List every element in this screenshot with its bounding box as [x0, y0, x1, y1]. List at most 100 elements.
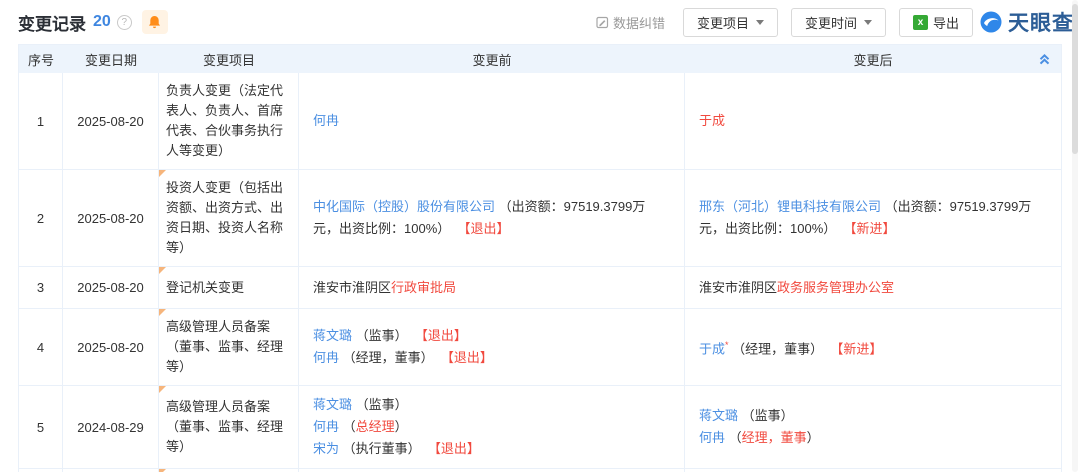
table-body: 1 2025-08-20 负责人变更（法定代表人、负责人、首席代表、合伙事务执行人等… [19, 73, 1061, 472]
cell-line: 于成 [699, 110, 1047, 132]
entity-link[interactable]: 于成 [699, 341, 725, 356]
entity-link[interactable]: 中化国际（控股）股份有限公司 [313, 199, 495, 214]
diff-text: 【新进】 [830, 341, 883, 357]
diff-text: 【新进】 [843, 221, 896, 236]
diff-text: 总经理 [355, 419, 395, 434]
entity-link[interactable]: 何冉 [699, 430, 725, 445]
change-date: 2025-08-20 [63, 170, 159, 266]
change-item: 高级管理人员备案（董事、监事、经理等） [159, 309, 299, 385]
diff-text: 【退出】 [427, 441, 480, 456]
change-item-label: 高级管理人员备案（董事、监事、经理等） [166, 319, 284, 374]
entity-link[interactable]: 何冉 [313, 113, 339, 128]
table-row: 4 2025-08-20 高级管理人员备案（董事、监事、经理等） 蒋文璐 （监事） 【… [19, 308, 1061, 385]
diff-text: 经理，董事 [741, 430, 807, 445]
filter-change-item-label: 变更项目 [696, 15, 749, 31]
col-header-item: 变更项目 [202, 52, 255, 68]
cell-line: 淮安市淮阴区行政审批局 [313, 277, 670, 299]
plain-text: （监事） [352, 328, 415, 343]
table-row: 5 2024-08-29 高级管理人员备案（董事、监事、经理等） 蒋文璐 （监事） 何冉… [19, 385, 1061, 468]
diff-text: 政务服务管理办公室 [777, 279, 895, 295]
change-date: 2025-08-20 [63, 309, 159, 385]
plain-text: 淮安市淮阴区 [313, 279, 392, 295]
after-cell: 邢东（河北）锂电科技有限公司 （出资额：97519.3799万元，出资比例：10… [685, 170, 1061, 266]
change-records-panel: 变更记录 20 ? 数据纠错 变更项目 变更时间 x 导出 天眼查 序号 变更日… [0, 0, 1080, 472]
cell-line: 中化国际（控股）股份有限公司 （出资额：97519.3799万元，出资比例：10… [313, 196, 670, 240]
table-row: 62024-01-18高级管理人员备案（董事、监事、经理等）蒋文璐 （监事）何冉… [19, 468, 1061, 472]
cell-line: 何冉 （经理，董事） [699, 427, 1047, 449]
change-date: 2025-08-20 [63, 73, 159, 169]
annotation-corner-icon [159, 267, 166, 274]
plain-text: ） [394, 419, 408, 434]
data-correction-button[interactable]: 数据纠错 [596, 13, 665, 32]
table-header-row: 序号 变更日期 变更项目 变更前 变更后 [19, 45, 1061, 73]
entity-link[interactable]: 何冉 [313, 419, 339, 434]
entity-link[interactable]: 蒋文璐 [313, 328, 352, 343]
before-cell: 淮安市淮阴区行政审批局 [299, 267, 685, 308]
diff-text: 【退出】 [440, 350, 493, 365]
cell-line: 何冉 [313, 110, 670, 132]
change-records-table: 序号 变更日期 变更项目 变更前 变更后 1 2025-08-20 负责人变更（法定… [18, 44, 1062, 472]
help-icon[interactable]: ? [116, 14, 132, 30]
chevron-down-icon [863, 19, 872, 25]
diff-text: 于成 [699, 113, 726, 128]
diff-text: 【退出】 [414, 328, 467, 343]
change-item-label: 投资人变更（包括出资额、出资方式、出资日期、投资人名称等） [166, 180, 284, 255]
plain-text: 淮安市淮阴区 [699, 279, 778, 295]
table-row: 2 2025-08-20 投资人变更（包括出资额、出资方式、出资日期、投资人名称等）… [19, 169, 1061, 266]
change-item: 登记机关变更 [159, 267, 299, 308]
filter-change-time-label: 变更时间 [804, 15, 857, 31]
change-item: 投资人变更（包括出资额、出资方式、出资日期、投资人名称等） [159, 170, 299, 266]
tianyancha-logo-text: 天眼查 [1008, 12, 1074, 35]
entity-link[interactable]: 蒋文璐 [699, 408, 738, 423]
table-row: 1 2025-08-20 负责人变更（法定代表人、负责人、首席代表、合伙事务执行人等… [19, 73, 1061, 169]
entity-link[interactable]: 宋为 [313, 441, 339, 456]
before-cell: 中化国际（控股）股份有限公司 （出资额：97519.3799万元，出资比例：10… [299, 170, 685, 266]
annotation-corner-icon [159, 170, 166, 177]
collapse-section-icon[interactable] [1037, 51, 1052, 67]
change-item-label: 高级管理人员备案（董事、监事、经理等） [166, 399, 284, 454]
entity-link[interactable]: 邢东（河北）锂电科技有限公司 [699, 199, 881, 214]
change-date: 2024-08-29 [63, 386, 159, 468]
cell-line: 于成* （经理，董事） 【新进】 [699, 334, 1047, 360]
tianyancha-logo[interactable]: 天眼查 [979, 7, 1074, 37]
after-cell: 于成* （经理，董事） 【新进】 [685, 309, 1061, 385]
change-item: 高级管理人员备案（董事、监事、经理等） [159, 386, 299, 468]
col-header-date: 变更日期 [84, 52, 137, 68]
diff-text: 行政审批局 [391, 279, 457, 295]
cell-line: 蒋文璐 （监事） 【退出】 [313, 325, 670, 347]
plain-text: （经理，董事） [339, 350, 441, 365]
after-cell: 于成 [685, 73, 1061, 169]
excel-icon: x [912, 14, 928, 30]
cell-line: 淮安市淮阴区政务服务管理办公室 [699, 277, 1047, 299]
export-button[interactable]: x 导出 [898, 7, 973, 37]
change-item-label: 负责人变更（法定代表人、负责人、首席代表、合伙事务执行人等变更） [166, 83, 284, 158]
scrollbar-thumb[interactable] [1072, 4, 1078, 154]
after-cell: 淮安市淮阴区政务服务管理办公室 [685, 267, 1061, 308]
row-number: 4 [19, 309, 63, 385]
after-cell: 蒋文璐 （监事） 何冉 （经理，董事） [685, 386, 1061, 468]
change-item-label: 登记机关变更 [166, 279, 245, 295]
filter-change-item-dropdown[interactable]: 变更项目 [682, 7, 778, 37]
row-number: 5 [19, 386, 63, 468]
row-number: 3 [19, 267, 63, 308]
filter-change-time-dropdown[interactable]: 变更时间 [790, 7, 886, 37]
subscribe-bell-button[interactable] [141, 10, 168, 34]
entity-link[interactable]: 蒋文璐 [313, 397, 352, 412]
chevron-down-icon [755, 19, 764, 25]
cell-line: 何冉 （总经理） [313, 416, 670, 438]
annotation-corner-icon [159, 386, 166, 393]
panel-header: 变更记录 20 ? 数据纠错 变更项目 变更时间 x 导出 天眼查 [0, 0, 1080, 44]
before-cell: 何冉 [299, 73, 685, 169]
plain-text: ） [806, 430, 820, 445]
entity-link[interactable]: 何冉 [313, 350, 339, 365]
col-header-before: 变更前 [472, 52, 512, 68]
change-item: 负责人变更（法定代表人、负责人、首席代表、合伙事务执行人等变更） [159, 73, 299, 169]
col-header-no: 序号 [27, 52, 54, 68]
plain-text: （监事） [352, 397, 408, 412]
cell-line: 蒋文璐 （监事） [313, 394, 670, 416]
before-cell: 蒋文璐 （监事） 何冉 （总经理） 宋为 （执行董事） 【退出】 [299, 386, 685, 468]
diff-text: 【退出】 [457, 221, 510, 236]
plain-text: （经理，董事） [728, 341, 831, 357]
tianyancha-logo-icon [980, 11, 1002, 33]
cell-line: 邢东（河北）锂电科技有限公司 （出资额：97519.3799万元，出资比例：10… [699, 196, 1047, 240]
